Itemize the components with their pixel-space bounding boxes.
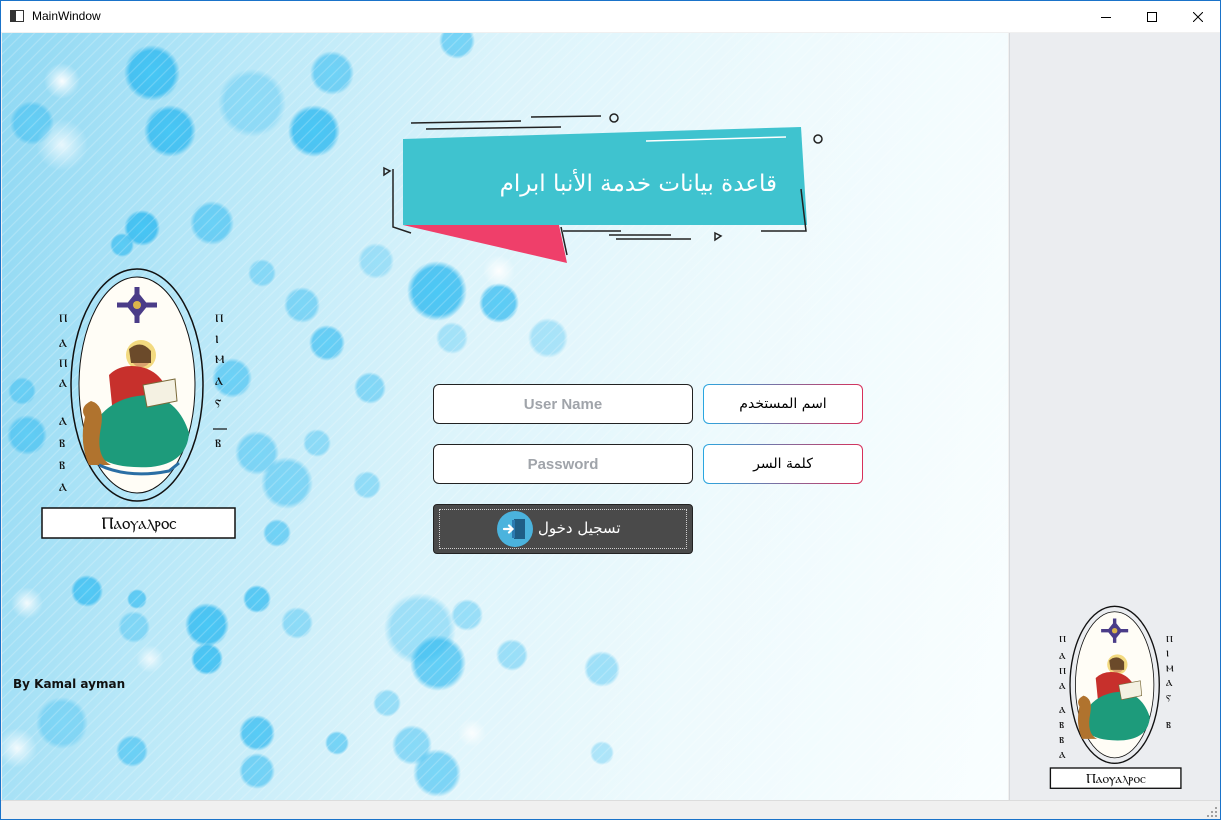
saint-mark-logo: Ⲡⲁⲟⲩⲁⲗⲣⲟⲥ ⲡ ⲁ ⲡ ⲁ ⲁ ⲃ ⲃ ⲁ ⲡ ⲓ ⲙ ⲁ ⲋ ⲃ (41, 268, 236, 539)
window-title: MainWindow (32, 9, 101, 23)
svg-text:ⲡ: ⲡ (1059, 663, 1066, 678)
title-bar: MainWindow (1, 1, 1220, 32)
login-button[interactable]: تسجيل دخول (433, 504, 693, 554)
maximize-button[interactable] (1129, 1, 1175, 32)
login-door-icon (497, 511, 533, 547)
resize-grip-icon[interactable] (1206, 806, 1218, 818)
password-label: كلمة السر (703, 444, 863, 484)
status-bar (1, 800, 1220, 819)
minimize-icon (1101, 16, 1111, 18)
banner-title: قاعدة بيانات خدمة الأنبا ابرام (499, 171, 777, 197)
svg-text:ⲓ: ⲓ (1166, 645, 1169, 660)
side-panel: Ⲡⲁⲟⲩⲁⲗⲣⲟⲥ ⲡ ⲁ ⲡ ⲁ ⲁ ⲃ ⲃ ⲁ ⲡ ⲓ ⲙ ⲁ ⲋ ⲃ (1009, 33, 1220, 800)
svg-text:ⲙ: ⲙ (215, 348, 225, 367)
svg-text:ⲋ: ⲋ (215, 392, 222, 411)
username-input[interactable]: User Name (433, 384, 693, 424)
maximize-icon (1147, 11, 1157, 22)
svg-text:ⲁ: ⲁ (1059, 678, 1066, 693)
svg-text:ⲃ: ⲃ (1166, 717, 1171, 732)
svg-text:ⲃ: ⲃ (1059, 717, 1064, 732)
svg-text:ⲙ: ⲙ (1166, 660, 1174, 675)
svg-text:ⲋ: ⲋ (1166, 690, 1171, 705)
svg-text:ⲁ: ⲁ (59, 476, 67, 495)
svg-text:ⲡ: ⲡ (1166, 631, 1173, 646)
svg-text:ⲡ: ⲡ (1059, 631, 1066, 646)
svg-text:ⲡ: ⲡ (59, 352, 68, 371)
main-window: MainWindow قاعدة بيانات خدمة الأنبا ابرا… (0, 0, 1221, 820)
svg-text:ⲃ: ⲃ (59, 432, 65, 451)
svg-text:ⲁ: ⲁ (1059, 648, 1066, 663)
svg-text:ⲁ: ⲁ (59, 332, 67, 351)
svg-text:ⲡ: ⲡ (215, 307, 224, 326)
password-input[interactable]: Password (433, 444, 693, 484)
svg-text:ⲁ: ⲁ (1059, 702, 1066, 717)
svg-text:ⲡ: ⲡ (59, 307, 68, 326)
side-logo-plaque-text: Ⲡⲁⲟⲩⲁⲗⲣⲟⲥ (1086, 771, 1146, 787)
svg-text:ⲁ: ⲁ (59, 410, 67, 429)
saint-mark-logo-small: Ⲡⲁⲟⲩⲁⲗⲣⲟⲥ ⲡ ⲁ ⲡ ⲁ ⲁ ⲃ ⲃ ⲁ ⲡ ⲓ ⲙ ⲁ ⲋ ⲃ (1049, 605, 1182, 789)
svg-text:ⲁ: ⲁ (1059, 747, 1066, 762)
author-credit: By Kamal ayman (13, 677, 126, 691)
svg-text:ⲃ: ⲃ (1059, 732, 1064, 747)
svg-text:ⲁ: ⲁ (215, 370, 223, 389)
app-icon (10, 10, 24, 22)
close-button[interactable] (1175, 1, 1220, 32)
svg-text:ⲓ: ⲓ (215, 328, 219, 347)
svg-text:ⲁ: ⲁ (1166, 675, 1173, 690)
minimize-button[interactable] (1083, 1, 1129, 32)
login-button-label: تسجيل دخول (538, 519, 621, 537)
logo-plaque-text: Ⲡⲁⲟⲩⲁⲗⲣⲟⲥ (101, 514, 177, 534)
svg-text:ⲃ: ⲃ (59, 454, 65, 473)
username-label: اسم المستخدم (703, 384, 863, 424)
svg-text:ⲁ: ⲁ (59, 372, 67, 391)
close-icon (1193, 11, 1203, 22)
svg-text:ⲃ: ⲃ (215, 432, 221, 451)
